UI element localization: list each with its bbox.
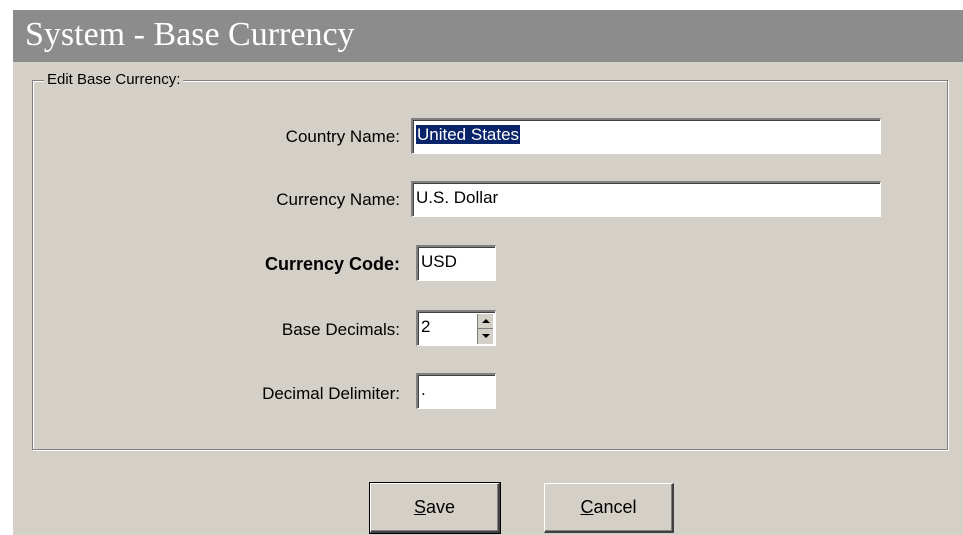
base-decimals-value: 2 [421, 317, 431, 336]
spin-down-button[interactable] [478, 329, 493, 343]
currency-name-input[interactable]: U.S. Dollar [411, 181, 881, 217]
base-decimals-label: Base Decimals: [281, 320, 400, 339]
country-name-label: Country Name: [285, 127, 400, 146]
save-button[interactable]: Save [369, 482, 501, 534]
cancel-button[interactable]: Cancel [544, 483, 674, 533]
arrow-down-icon [482, 334, 490, 338]
window-title: System - Base Currency [25, 16, 355, 53]
currency-code-input[interactable]: USD [416, 245, 496, 281]
currency-code-label: Currency Code: [264, 254, 400, 274]
base-decimals-spin-buttons [477, 314, 493, 344]
cancel-label-rest: ancel [593, 497, 637, 517]
save-label-rest: ave [425, 497, 456, 517]
decimal-delimiter-input[interactable]: . [416, 373, 496, 409]
currency-name-value: U.S. Dollar [416, 188, 499, 207]
save-mnemonic: S [413, 497, 426, 517]
decimal-delimiter-label: Decimal Delimiter: [262, 384, 400, 403]
base-currency-dialog: System - Base Currency Edit Base Currenc… [13, 10, 963, 535]
currency-code-value: USD [421, 252, 457, 271]
decimal-delimiter-value: . [421, 380, 426, 399]
spin-up-button[interactable] [478, 314, 493, 329]
base-decimals-spinner[interactable]: 2 [416, 310, 496, 346]
cancel-mnemonic: C [580, 497, 594, 517]
arrow-up-icon [482, 319, 490, 323]
currency-name-label: Currency Name: [276, 190, 400, 209]
country-name-input[interactable]: United States [411, 118, 881, 154]
title-bar: System - Base Currency [13, 10, 963, 62]
country-name-value: United States [416, 125, 521, 144]
group-legend: Edit Base Currency: [44, 72, 184, 88]
